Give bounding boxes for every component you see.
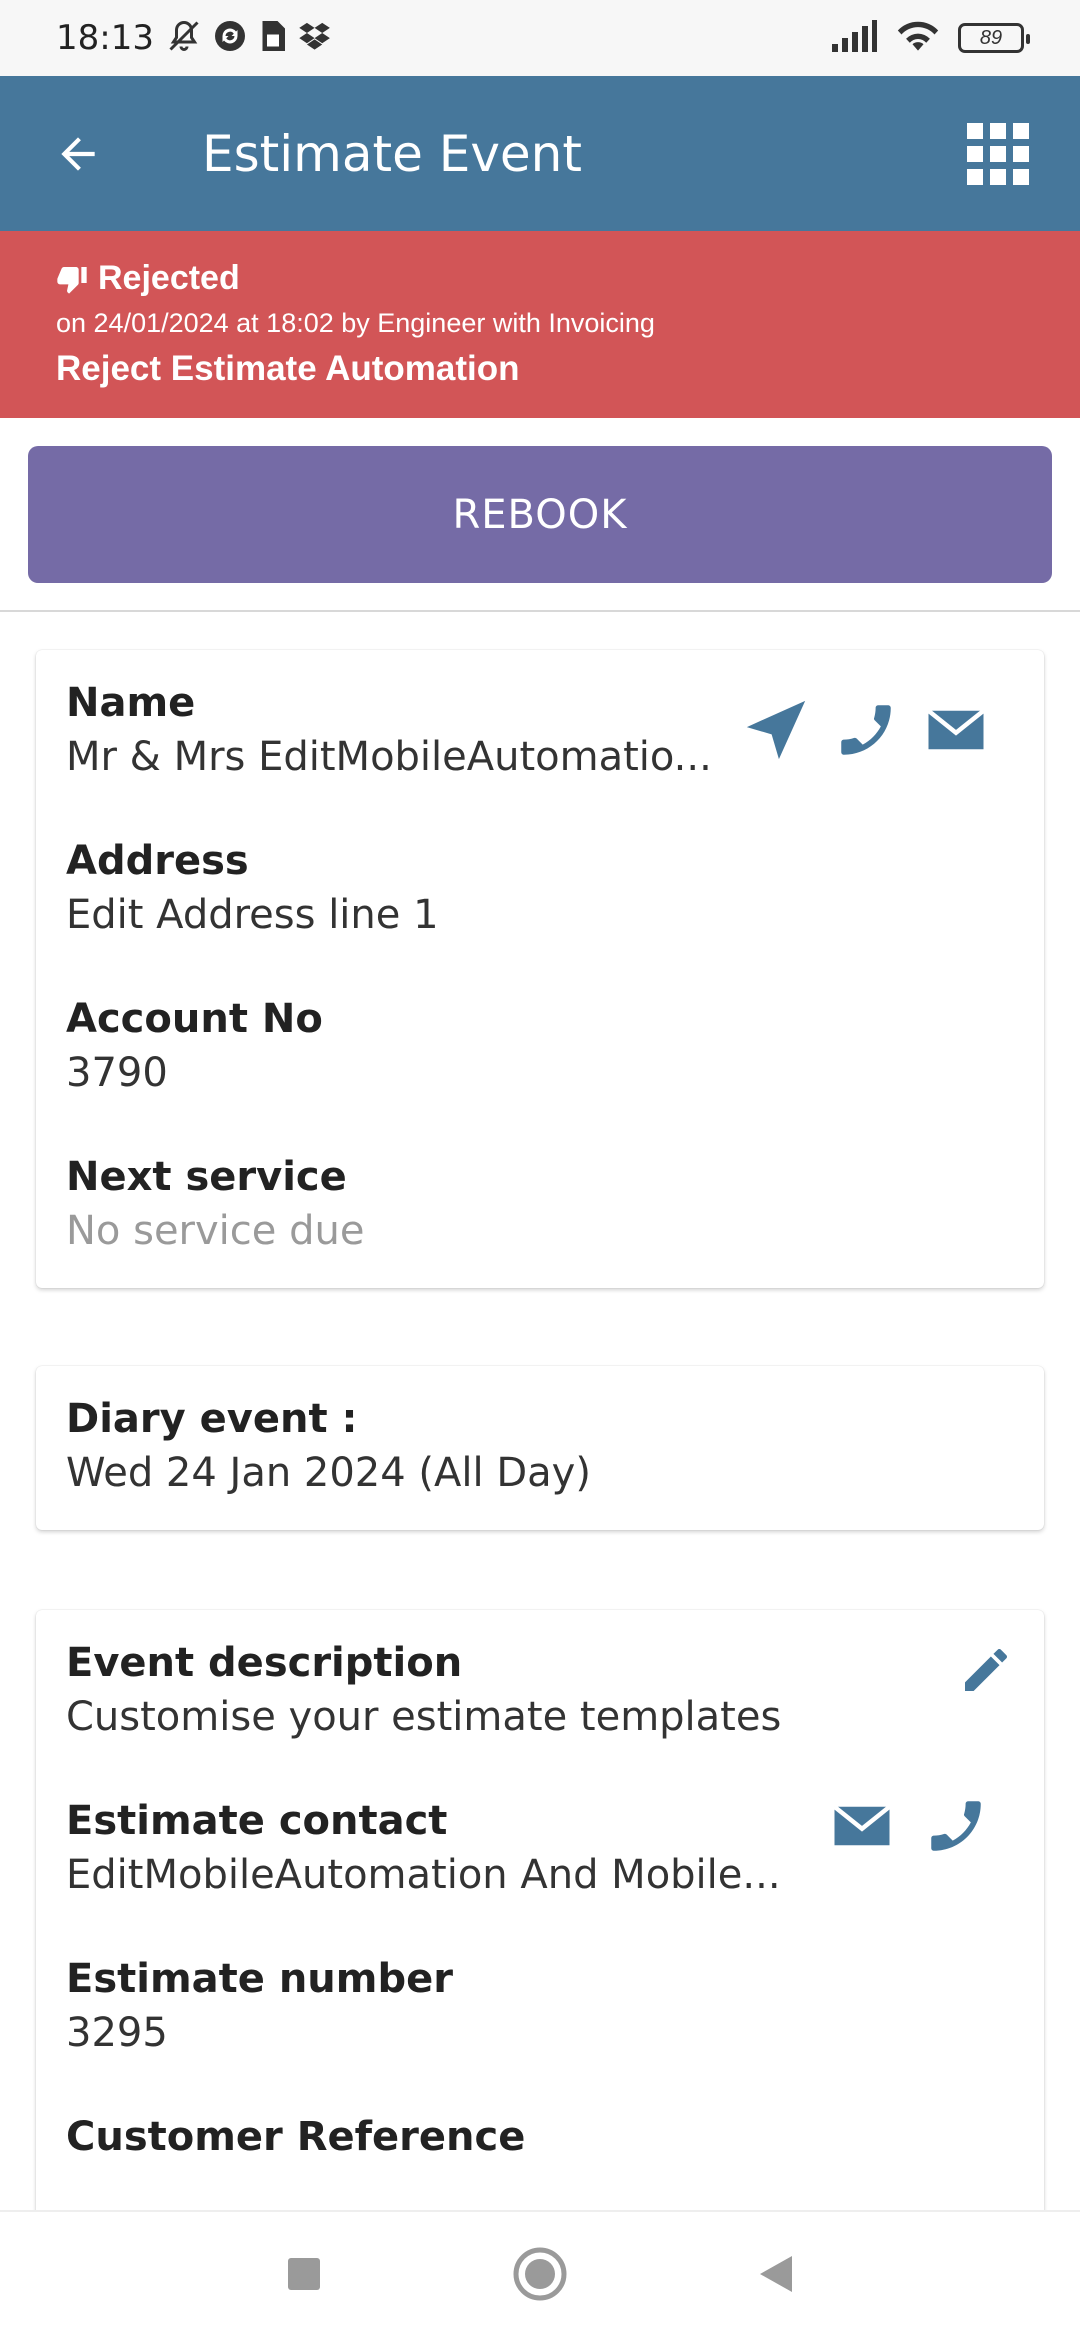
system-nav-bar bbox=[0, 2210, 1080, 2340]
status-icons-right: 89 bbox=[830, 19, 1030, 58]
account-label: Account No bbox=[66, 996, 323, 1042]
apps-menu-button[interactable] bbox=[958, 114, 1038, 194]
email-contact-button[interactable] bbox=[822, 1786, 902, 1866]
account-field: Account No 3790 bbox=[66, 996, 323, 1096]
home-button[interactable] bbox=[512, 2246, 568, 2307]
customer-reference-field: Customer Reference bbox=[66, 2114, 525, 2160]
customer-reference-label: Customer Reference bbox=[66, 2114, 526, 2160]
battery-icon: 89 bbox=[958, 23, 1030, 53]
description-field: Event description Customise your estimat… bbox=[66, 1640, 781, 1740]
square-icon bbox=[288, 2257, 320, 2290]
next-service-label: Next service bbox=[66, 1154, 347, 1200]
account-value: 3790 bbox=[66, 1050, 168, 1096]
navigate-button[interactable] bbox=[736, 690, 816, 770]
status-bar: 18:13 89 bbox=[0, 0, 1080, 76]
grid-icon bbox=[967, 122, 1029, 185]
description-label: Event description bbox=[66, 1640, 463, 1686]
home-circle-icon bbox=[513, 2247, 567, 2300]
sim-icon bbox=[258, 18, 288, 59]
pencil-icon bbox=[965, 1649, 1007, 1691]
envelope-icon bbox=[927, 709, 985, 750]
app-bar: Estimate Event bbox=[0, 76, 1080, 231]
screen: 18:13 89 Estimate Event Rejected on 24/0… bbox=[0, 0, 1080, 2340]
diary-field: Diary event : Wed 24 Jan 2024 (All Day) bbox=[66, 1396, 591, 1496]
recents-button[interactable] bbox=[284, 2254, 324, 2299]
signal-icon bbox=[830, 19, 878, 57]
call-contact-button[interactable] bbox=[916, 1786, 996, 1866]
mute-icon bbox=[166, 18, 202, 59]
call-customer-button[interactable] bbox=[826, 690, 906, 770]
banner-status-row: Rejected bbox=[56, 259, 1024, 298]
diary-card[interactable]: Diary event : Wed 24 Jan 2024 (All Day) bbox=[36, 1366, 1044, 1530]
banner-status: Rejected bbox=[98, 259, 240, 297]
rejected-banner: Rejected on 24/01/2024 at 18:02 by Engin… bbox=[0, 231, 1080, 418]
diary-label: Diary event : bbox=[66, 1396, 358, 1442]
navigation-arrow-icon bbox=[746, 700, 806, 760]
phone-icon bbox=[841, 705, 891, 755]
diary-value: Wed 24 Jan 2024 (All Day) bbox=[66, 1450, 591, 1496]
edit-description-button[interactable] bbox=[946, 1630, 1026, 1710]
banner-meta: on 24/01/2024 at 18:02 by Engineer with … bbox=[56, 308, 655, 338]
sync-icon bbox=[212, 18, 248, 59]
back-nav-button[interactable] bbox=[756, 2252, 796, 2301]
divider bbox=[0, 610, 1080, 612]
status-icons-left bbox=[166, 18, 332, 59]
name-label: Name bbox=[66, 680, 196, 726]
estimate-number-label: Estimate number bbox=[66, 1956, 453, 2002]
name-value: Mr & Mrs EditMobileAutomatio... bbox=[66, 734, 712, 780]
address-label: Address bbox=[66, 838, 249, 884]
banner-automation: Reject Estimate Automation bbox=[56, 349, 520, 388]
next-service-value: No service due bbox=[66, 1208, 365, 1254]
status-time: 18:13 bbox=[56, 18, 154, 58]
next-service-field: Next service No service due bbox=[66, 1154, 364, 1254]
estimate-card: Event description Customise your estimat… bbox=[36, 1610, 1044, 2270]
estimate-contact-label: Estimate contact bbox=[66, 1798, 448, 1844]
estimate-number-value: 3295 bbox=[66, 2010, 168, 2056]
triangle-back-icon bbox=[760, 2255, 792, 2292]
estimate-number-field: Estimate number 3295 bbox=[66, 1956, 453, 2056]
estimate-contact-value: EditMobileAutomation And Mobile... bbox=[66, 1852, 781, 1898]
battery-level: 89 bbox=[979, 26, 1003, 49]
arrow-left-icon bbox=[61, 136, 95, 171]
dropbox-icon bbox=[298, 19, 332, 58]
page-title: Estimate Event bbox=[202, 124, 582, 183]
description-value: Customise your estimate templates bbox=[66, 1694, 782, 1740]
rebook-button[interactable]: REBOOK bbox=[28, 446, 1052, 583]
wifi-icon bbox=[896, 19, 940, 58]
name-field: Name Mr & Mrs EditMobileAutomatio... bbox=[66, 680, 712, 780]
address-field: Address Edit Address line 1 bbox=[66, 838, 439, 938]
address-value: Edit Address line 1 bbox=[66, 892, 439, 938]
back-button[interactable] bbox=[38, 114, 118, 194]
customer-card: Name Mr & Mrs EditMobileAutomatio... Add… bbox=[36, 650, 1044, 1288]
envelope-icon bbox=[833, 1805, 891, 1846]
email-customer-button[interactable] bbox=[916, 690, 996, 770]
estimate-contact-field: Estimate contact EditMobileAutomation An… bbox=[66, 1798, 781, 1898]
phone-icon bbox=[931, 1801, 981, 1851]
thumbs-down-icon bbox=[57, 266, 87, 294]
